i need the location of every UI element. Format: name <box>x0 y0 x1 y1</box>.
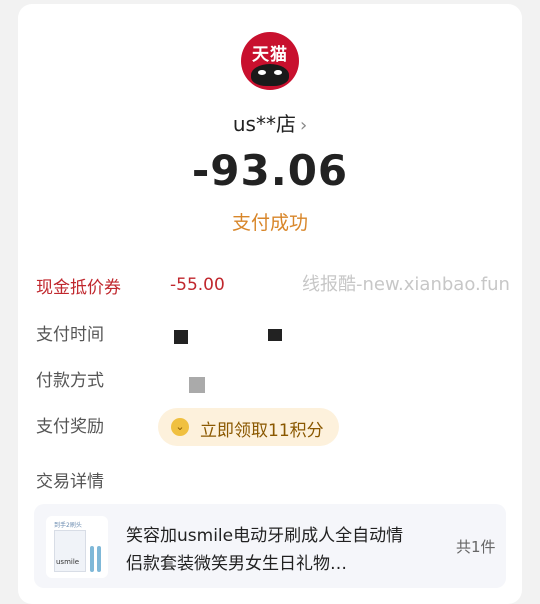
merchant-link[interactable]: us**店 › <box>0 108 540 137</box>
pay-time-label: 支付时间 <box>36 325 104 345</box>
redacted-block <box>189 377 205 393</box>
payment-amount: -93.06 <box>191 146 349 195</box>
merchant-name: us**店 <box>232 112 296 136</box>
toothbrush-image <box>97 546 101 572</box>
logo-text: 天猫 <box>252 45 288 65</box>
thumb-brand: usmile <box>56 558 80 566</box>
pay-method-label: 付款方式 <box>36 371 104 391</box>
chevron-right-icon: › <box>299 115 308 136</box>
claim-points-button[interactable]: ⌄ 立即领取11积分 <box>158 408 339 446</box>
product-count: 共1件 <box>456 538 496 556</box>
cat-face <box>251 64 289 86</box>
product-thumbnail: 到手2刷头 usmile <box>46 516 108 578</box>
reward-label: 支付奖励 <box>36 417 104 437</box>
redacted-block <box>268 329 282 341</box>
redacted-block <box>174 330 188 344</box>
coupon-value: -55.00 <box>170 275 225 295</box>
watermark: 线报酷-new.xianbao.fun <box>302 274 510 295</box>
thumb-tag: 到手2刷头 <box>54 522 82 529</box>
claim-points-label: 立即领取11积分 <box>200 421 324 441</box>
payment-status: 支付成功 <box>231 212 308 234</box>
tmall-cat-icon[interactable]: 天猫 <box>241 32 299 90</box>
toothbrush-image <box>90 546 94 572</box>
trade-detail-label: 交易详情 <box>36 472 104 492</box>
product-title: 笑容加usmile电动牙刷成人全自动情侣款套装微笑男女生日礼物… <box>126 526 404 574</box>
coin-icon: ⌄ <box>171 418 189 436</box>
coupon-label: 现金抵价券 <box>36 278 121 298</box>
